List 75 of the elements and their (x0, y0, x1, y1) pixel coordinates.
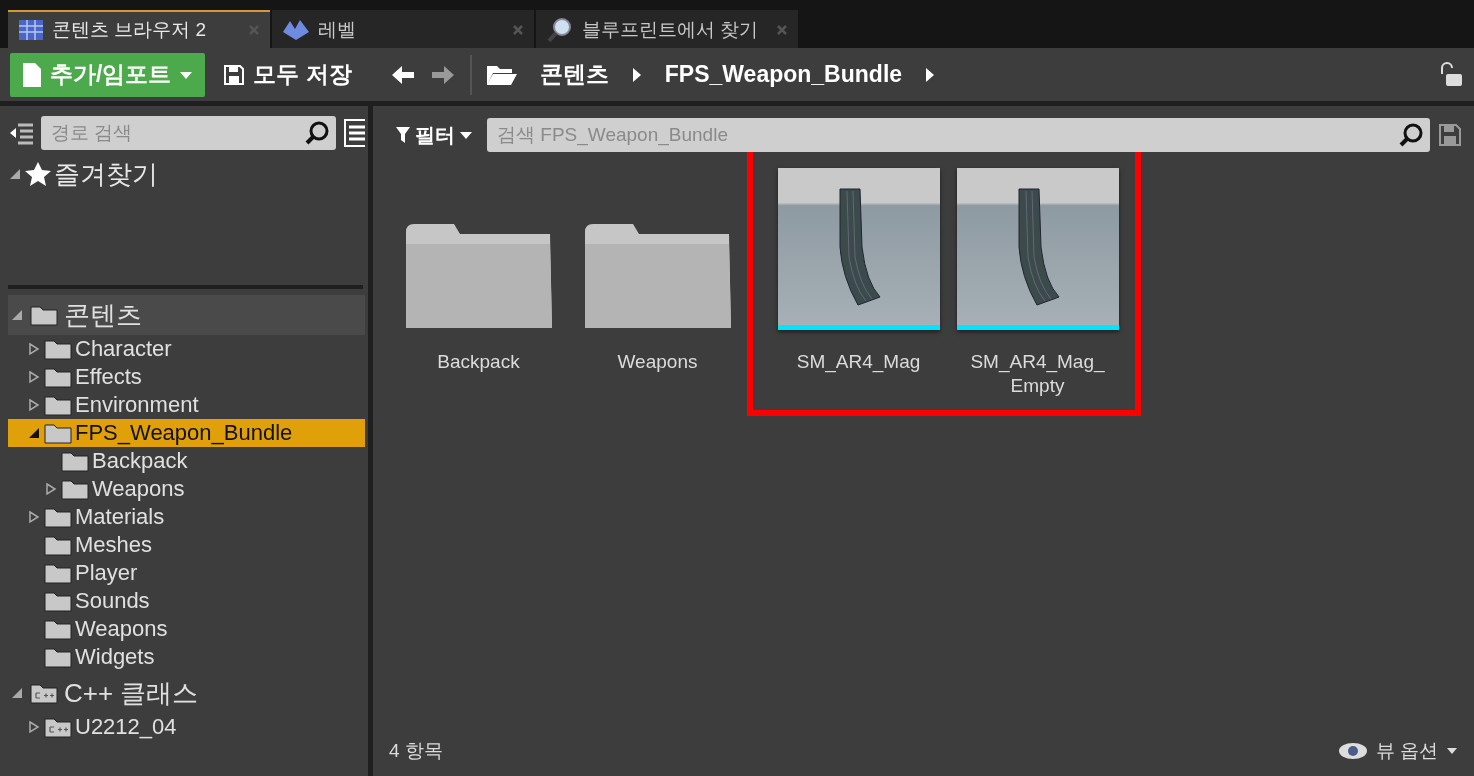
collapse-arrow-icon[interactable] (10, 308, 24, 322)
folder-icon (43, 589, 73, 613)
folder-icon (43, 645, 73, 669)
folder-icon (43, 505, 73, 529)
eye-icon (1337, 742, 1368, 760)
caret-icon (179, 69, 194, 80)
asset-tile[interactable]: Backpack (389, 166, 568, 410)
magnifier-icon[interactable] (303, 120, 330, 146)
expand-arrow-icon[interactable] (27, 370, 41, 384)
view-options-button[interactable]: 뷰 옵션 (1333, 738, 1462, 764)
favorites-header[interactable]: 즐겨찾기 (8, 154, 365, 194)
folder-icon (43, 617, 73, 641)
tree-item[interactable]: Materials (8, 503, 365, 531)
save-icon[interactable] (1438, 123, 1462, 147)
collapse-arrow-icon[interactable] (27, 426, 41, 440)
filter-button[interactable]: 필터 (389, 121, 479, 149)
tree-item[interactable]: U2212_04 (8, 713, 365, 741)
tree-item[interactable]: C++ 클래스 (8, 673, 365, 713)
tree-item[interactable]: FPS_Weapon_Bundle (8, 419, 365, 447)
tree-item[interactable]: Meshes (8, 531, 365, 559)
folder-icon (60, 449, 90, 473)
expand-arrow-icon[interactable] (27, 342, 41, 356)
list-icon[interactable] (343, 119, 365, 147)
asset-name: Backpack (437, 350, 520, 374)
expand-arrow-icon[interactable] (27, 510, 41, 524)
search-icon (546, 16, 574, 44)
save-icon (223, 63, 246, 86)
folder-icon (43, 337, 73, 361)
tree-item[interactable]: Weapons (8, 475, 365, 503)
folder-icon (43, 421, 73, 445)
asset-name: SM_AR4_Mag (796, 350, 921, 375)
expand-arrow-icon[interactable] (27, 398, 41, 412)
grid-icon (18, 18, 44, 42)
expand-arrow-icon[interactable] (44, 482, 58, 496)
caret-icon (459, 130, 473, 140)
folder-icon (60, 477, 90, 501)
item-count: 4 항목 (389, 739, 443, 763)
chevron-icon[interactable] (630, 66, 643, 83)
star-icon (24, 161, 52, 187)
funnel-icon (395, 126, 411, 144)
collapse-arrow-icon[interactable] (8, 167, 22, 181)
save-all-button[interactable]: 모두 저장 (219, 59, 356, 90)
tree-item[interactable]: Weapons (8, 615, 365, 643)
tree-item[interactable]: Character (8, 335, 365, 363)
expand-arrow-icon[interactable] (27, 720, 41, 734)
tab[interactable]: 콘텐츠 브라우저 2 (8, 10, 270, 48)
tab[interactable]: 블루프린트에서 찾기 (536, 10, 798, 48)
collapse-arrow-icon[interactable] (10, 686, 24, 700)
folder-icon (43, 393, 73, 417)
breadcrumb[interactable]: FPS_Weapon_Bundle (656, 61, 911, 88)
tree-item[interactable]: Environment (8, 391, 365, 419)
folder-icon (43, 365, 73, 389)
tree-item[interactable]: Player (8, 559, 365, 587)
mountain-icon (282, 18, 310, 42)
tree-item[interactable]: Widgets (8, 643, 365, 671)
unlock-icon[interactable] (1438, 60, 1464, 89)
tree-item[interactable]: 콘텐츠 (8, 295, 365, 335)
document-icon (22, 61, 42, 88)
caret-icon (1446, 746, 1458, 756)
asset-name: SM_AR4_Mag_ Empty (969, 350, 1106, 398)
asset-tile[interactable]: Weapons (568, 166, 747, 410)
code-folder-icon (43, 715, 73, 739)
breadcrumb[interactable]: 콘텐츠 (531, 59, 617, 90)
folder-icon (43, 533, 73, 557)
asset-name: Weapons (617, 350, 698, 374)
tab[interactable]: 레벨 (272, 10, 534, 48)
tree-item[interactable]: Sounds (8, 587, 365, 615)
asset-search-field[interactable]: 검색 FPS_Weapon_Bundle (487, 118, 1430, 152)
tree-item[interactable]: Effects (8, 363, 365, 391)
folder-icon (43, 561, 73, 585)
asset-tile[interactable]: SM_AR4_Mag_ Empty (948, 166, 1127, 410)
tree-item[interactable]: Backpack (8, 447, 365, 475)
path-search-field[interactable]: 경로 검색 (40, 116, 336, 150)
magnifier-icon[interactable] (1398, 122, 1424, 148)
asset-tile[interactable]: SM_AR4_Mag (769, 166, 948, 410)
